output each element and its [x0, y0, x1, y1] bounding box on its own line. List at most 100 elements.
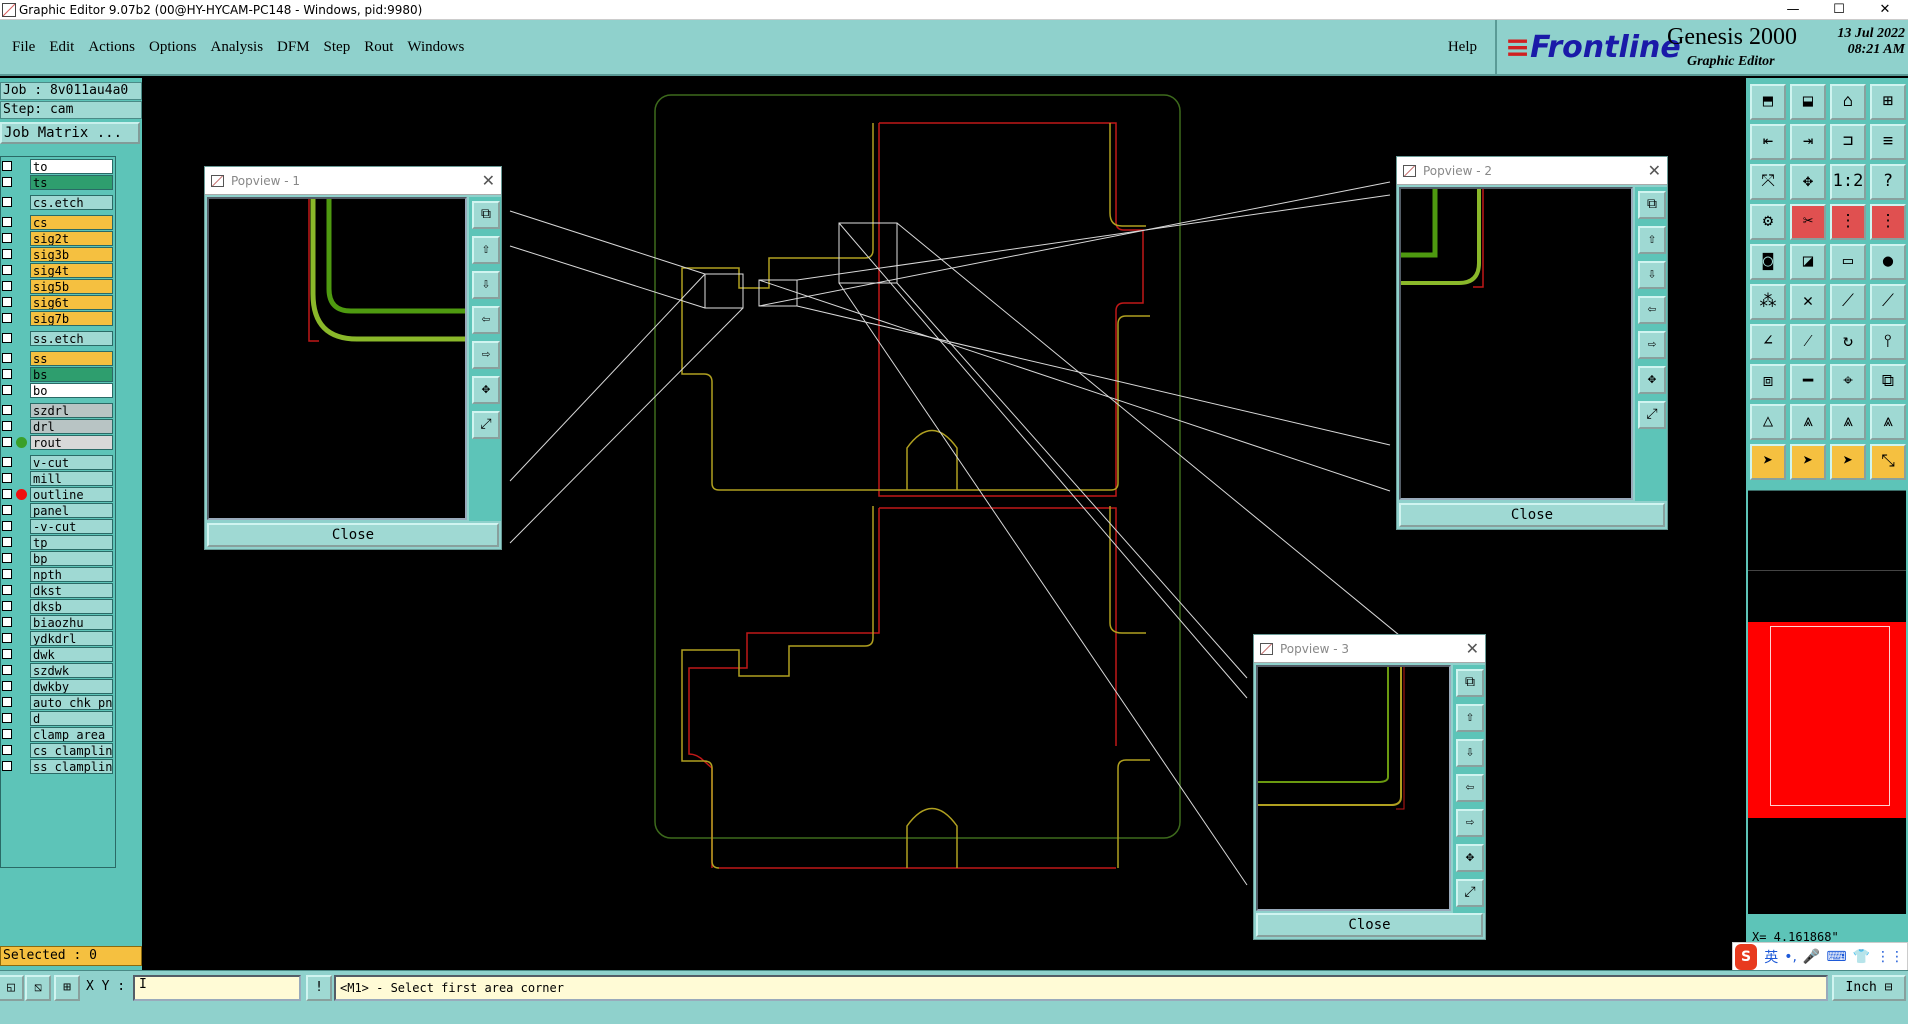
layer-checkbox[interactable] [2, 177, 12, 187]
popview-tool-button[interactable]: ⤢ [1456, 879, 1484, 907]
layer-checkbox[interactable] [2, 353, 12, 363]
layer-checkbox[interactable] [2, 745, 12, 755]
layer-row[interactable]: cs.etch [1, 195, 115, 210]
layer-row[interactable]: cs [1, 215, 115, 230]
toolbox-button[interactable]: ⫯ [1870, 324, 1906, 360]
toolbox-button[interactable]: ◪ [1790, 244, 1826, 280]
layer-row[interactable]: szdrl [1, 403, 115, 418]
overview-map[interactable] [1748, 622, 1906, 818]
toolbox-button[interactable]: ≡ [1870, 124, 1906, 160]
layer-name[interactable]: -v-cut [30, 519, 113, 534]
layer-checkbox[interactable] [2, 369, 12, 379]
layer-name[interactable]: sig3b [30, 247, 113, 262]
layer-name[interactable]: rout [30, 435, 113, 450]
layer-name[interactable]: ss.etch [30, 331, 113, 346]
popview-tool-button[interactable]: ⧉ [472, 201, 500, 229]
layer-name[interactable]: sig7b [30, 311, 113, 326]
toolbox-button[interactable]: ⊞ [1870, 84, 1906, 120]
menu-file[interactable]: File [12, 39, 35, 56]
layer-row[interactable]: szdwk [1, 663, 115, 678]
toolbox-button[interactable]: ⇥ [1790, 124, 1826, 160]
popview-3-close-icon[interactable]: ✕ [1466, 635, 1479, 663]
layer-name[interactable]: dwkby [30, 679, 113, 694]
ime-language[interactable]: 英 [1764, 947, 1778, 967]
toolbox-button[interactable]: ⤡ [1870, 444, 1906, 480]
layer-checkbox[interactable] [2, 233, 12, 243]
xy-input[interactable]: I [133, 975, 301, 1001]
popview-tool-button[interactable]: ✥ [1456, 844, 1484, 872]
popview-tool-button[interactable]: ⇩ [1456, 739, 1484, 767]
toolbox-button[interactable]: ▭ [1830, 244, 1866, 280]
toolbox-button[interactable]: ✥ [1790, 164, 1826, 200]
layer-row[interactable]: bp [1, 551, 115, 566]
toolbox-button[interactable]: ➤ [1750, 444, 1786, 480]
menu-step[interactable]: Step [324, 39, 351, 56]
toolbox-button[interactable]: ⌖ [1830, 364, 1866, 400]
toolbox-button[interactable]: ⟋ [1830, 284, 1866, 320]
layer-checkbox[interactable] [2, 385, 12, 395]
menu-dfm[interactable]: DFM [277, 39, 310, 56]
layer-name[interactable]: v-cut [30, 455, 113, 470]
layer-row[interactable]: clamp_area [1, 727, 115, 742]
menu-edit[interactable]: Edit [49, 39, 74, 56]
layer-name[interactable]: dwk [30, 647, 113, 662]
popview-3-close-button[interactable]: Close [1256, 913, 1483, 937]
layer-checkbox[interactable] [2, 421, 12, 431]
toolbox-button[interactable]: ● [1870, 244, 1906, 280]
layer-checkbox[interactable] [2, 617, 12, 627]
layer-name[interactable]: ss [30, 351, 113, 366]
layer-row[interactable]: d [1, 711, 115, 726]
layer-row[interactable]: rout [1, 435, 115, 450]
close-window-button[interactable]: ✕ [1862, 0, 1908, 20]
layer-checkbox[interactable] [2, 405, 12, 415]
menu-rout[interactable]: Rout [364, 39, 393, 56]
layer-name[interactable]: ydkdrl [30, 631, 113, 646]
layer-checkbox[interactable] [2, 161, 12, 171]
toolbox-button[interactable]: ➤ [1790, 444, 1826, 480]
toolbox-button[interactable]: ⩓ [1870, 404, 1906, 440]
layer-row[interactable]: dwk [1, 647, 115, 662]
popview-2-close-button[interactable]: Close [1399, 503, 1665, 527]
layer-name[interactable]: szdwk [30, 663, 113, 678]
minimize-button[interactable]: — [1770, 0, 1816, 20]
ime-skin-icon[interactable]: 👕 [1853, 949, 1870, 965]
popview-tool-button[interactable]: ✥ [1638, 366, 1666, 394]
layer-checkbox[interactable] [2, 681, 12, 691]
measure-icon[interactable]: ⧅ [25, 975, 51, 1001]
toolbox-button[interactable]: ⧈ [1750, 364, 1786, 400]
toolbox-button[interactable]: ✕ [1790, 284, 1826, 320]
layer-row[interactable]: tp [1, 535, 115, 550]
info-icon[interactable]: ! [306, 975, 332, 1001]
popview-1-view[interactable] [207, 197, 467, 520]
layer-row[interactable]: dkst [1, 583, 115, 598]
popview-tool-button[interactable]: ⇨ [472, 341, 500, 369]
layer-row[interactable]: ss_clampline [1, 759, 115, 774]
layer-checkbox[interactable] [2, 633, 12, 643]
layer-row[interactable]: sig5b [1, 279, 115, 294]
layer-name[interactable]: ts [30, 175, 113, 190]
layer-checkbox[interactable] [2, 313, 12, 323]
layer-row[interactable]: npth [1, 567, 115, 582]
menu-help[interactable]: Help [1448, 39, 1477, 56]
popview-tool-button[interactable]: ⇧ [1638, 226, 1666, 254]
popview-tool-button[interactable]: ⤢ [1638, 401, 1666, 429]
layer-name[interactable]: sig5b [30, 279, 113, 294]
layer-name[interactable]: sig4t [30, 263, 113, 278]
toolbox-button[interactable]: ✂ [1790, 204, 1826, 240]
popview-2-close-icon[interactable]: ✕ [1648, 157, 1661, 185]
maximize-button[interactable]: ☐ [1816, 0, 1862, 20]
ime-keyboard-icon[interactable]: ⌨ [1826, 949, 1846, 965]
toolbox-button[interactable]: ⧉ [1870, 364, 1906, 400]
popview-1-close-button[interactable]: Close [207, 523, 499, 547]
layer-name[interactable]: cs [30, 215, 113, 230]
layer-checkbox[interactable] [2, 601, 12, 611]
menu-options[interactable]: Options [149, 39, 197, 56]
layer-checkbox[interactable] [2, 265, 12, 275]
layer-name[interactable]: npth [30, 567, 113, 582]
toolbox-button[interactable]: ⇤ [1750, 124, 1786, 160]
menu-actions[interactable]: Actions [88, 39, 135, 56]
layer-name[interactable]: cs.etch [30, 195, 113, 210]
grid-icon[interactable]: ⊞ [54, 975, 80, 1001]
layer-row[interactable]: sig3b [1, 247, 115, 262]
layer-row[interactable]: cs_clampline [1, 743, 115, 758]
